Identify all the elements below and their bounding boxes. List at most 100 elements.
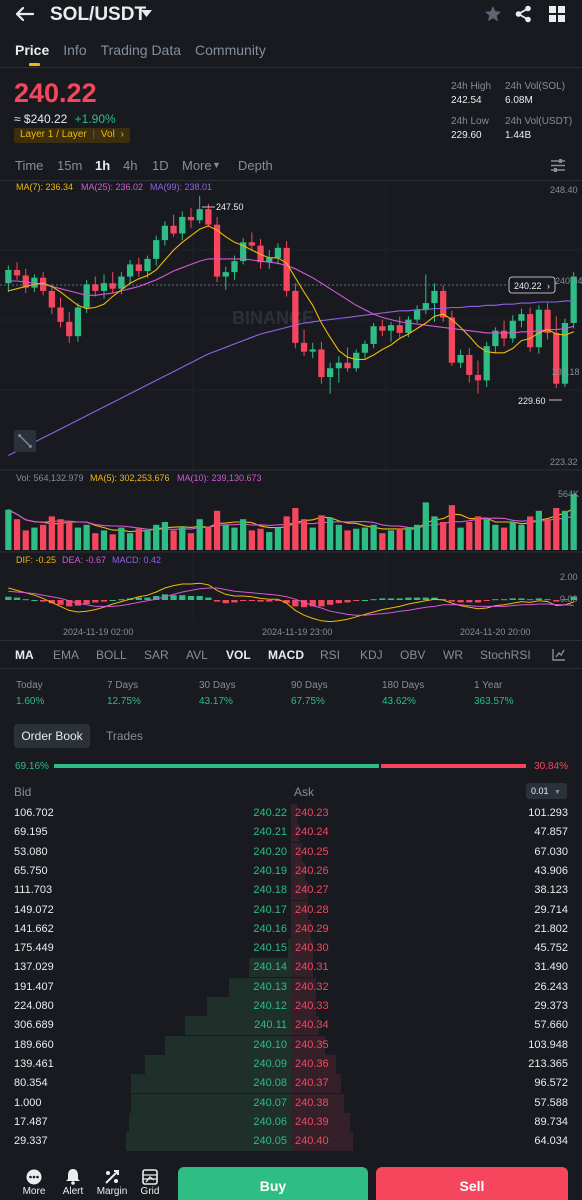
high-label: 24h High: [451, 81, 492, 92]
orderbook-row[interactable]: 306.689 240.11 240.34 57.660: [0, 1016, 582, 1036]
orderbook-row[interactable]: 1.000 240.07 240.38 57.588: [0, 1093, 582, 1113]
volume-bar: [135, 528, 142, 550]
ind-rsi[interactable]: RSI: [320, 648, 340, 662]
candle-body: [431, 290, 438, 304]
tf-time[interactable]: Time: [15, 158, 43, 173]
candle-body: [413, 309, 421, 320]
macd-histogram-bar: [553, 600, 560, 602]
volume-bar: [292, 508, 299, 550]
tf-1h[interactable]: 1h: [95, 158, 110, 173]
ind-vol[interactable]: VOL: [226, 648, 251, 662]
tf-4h[interactable]: 4h: [123, 158, 137, 173]
volume-bar: [66, 522, 73, 550]
ask-price: 240.38: [295, 1096, 329, 1109]
orderbook-row[interactable]: 106.702 240.22 240.23 101.293: [0, 804, 582, 823]
volume-bar: [353, 528, 360, 550]
tab-trades[interactable]: Trades: [106, 724, 143, 748]
bid-quantity: 69.195: [14, 826, 48, 839]
star-icon[interactable]: [484, 5, 502, 23]
orderbook-row[interactable]: 191.407 240.13 240.32 26.243: [0, 977, 582, 997]
tf-depth[interactable]: Depth: [238, 158, 273, 173]
candle-body: [457, 354, 464, 363]
ind-avl[interactable]: AVL: [186, 648, 208, 662]
orderbook-row[interactable]: 137.029 240.14 240.31 31.490: [0, 958, 582, 978]
orderbook-row[interactable]: 69.195 240.21 240.24 47.857: [0, 823, 582, 843]
orderbook-row[interactable]: 175.449 240.15 240.30 45.752: [0, 939, 582, 959]
share-icon[interactable]: [515, 5, 532, 23]
back-arrow-icon[interactable]: [14, 6, 34, 22]
price-chart[interactable]: BINANCE MA(7): 236.34 MA(25): 236.02 MA(…: [0, 180, 582, 640]
candle-body: [474, 374, 482, 381]
ma25-label: MA(25): 236.02: [81, 182, 143, 192]
tab-info[interactable]: Info: [63, 42, 86, 58]
tf-15m[interactable]: 15m: [57, 158, 82, 173]
low-label: 24h Low: [451, 116, 489, 127]
perf-label: 1 Year: [474, 680, 503, 691]
macd-histogram-bar: [13, 597, 21, 600]
ind-sar[interactable]: SAR: [144, 648, 169, 662]
indicator-settings-icon[interactable]: [552, 648, 566, 661]
volume-bar: [153, 524, 160, 550]
category-tag[interactable]: Layer 1 / Layer | Vol ›: [14, 128, 130, 143]
ind-kdj[interactable]: KDJ: [360, 648, 383, 662]
ind-boll[interactable]: BOLL: [96, 648, 127, 662]
bid-price: 240.08: [253, 1077, 287, 1090]
candle-body: [518, 314, 525, 321]
macd-dea-label: DEA: -0.67: [62, 555, 106, 565]
candle-body: [274, 247, 282, 258]
orderbook-row[interactable]: 149.072 240.17 240.28 29.714: [0, 900, 582, 920]
precision-select[interactable]: 0.01 ▼: [526, 783, 567, 799]
candle-body: [327, 368, 334, 378]
caret-down-icon[interactable]: [141, 10, 152, 18]
tab-trading-data[interactable]: Trading Data: [101, 42, 181, 58]
volume-bar: [440, 522, 447, 550]
more-dots-icon: [26, 1169, 42, 1185]
volume-bar: [570, 494, 577, 550]
orderbook-row[interactable]: 224.080 240.12 240.33 29.373: [0, 997, 582, 1016]
tab-price[interactable]: Price: [15, 42, 49, 66]
macd-histogram-bar: [179, 595, 186, 600]
indicator-bar: MA EMA BOLL SAR AVL VOL MACD RSI KDJ OBV…: [0, 648, 582, 666]
volume-bar: [318, 515, 325, 550]
orderbook-row[interactable]: 65.750 240.19 240.26 43.906: [0, 861, 582, 881]
volume-bar: [205, 527, 212, 550]
price-axis-mid: 240.04: [555, 276, 582, 286]
volume-bar: [187, 533, 195, 550]
ind-stochrsi[interactable]: StochRSI: [480, 648, 531, 662]
tab-community[interactable]: Community: [195, 42, 266, 58]
ind-macd[interactable]: MACD: [268, 648, 304, 662]
orderbook-row[interactable]: 80.354 240.08 240.37 96.572: [0, 1074, 582, 1094]
orderbook-row[interactable]: 189.660 240.10 240.35 103.948: [0, 1035, 582, 1055]
orderbook-row[interactable]: 139.461 240.09 240.36 213.365: [0, 1054, 582, 1074]
orderbook-row[interactable]: 53.080 240.20 240.25 67.030: [0, 842, 582, 862]
bid-quantity: 224.080: [14, 1000, 54, 1012]
candle-body: [422, 303, 429, 310]
candle-body: [48, 290, 55, 308]
tf-more[interactable]: More: [182, 158, 212, 173]
ask-price: 240.31: [295, 961, 329, 974]
vol-ma5-label: MA(5): 302,253.676: [90, 473, 170, 483]
bid-ratio: 69.16%: [15, 761, 49, 772]
volume-bar: [344, 530, 351, 550]
ind-ma[interactable]: MA: [15, 648, 34, 662]
ind-ema[interactable]: EMA: [53, 648, 79, 662]
chart-settings-icon[interactable]: [551, 159, 565, 172]
tf-1d[interactable]: 1D: [152, 158, 169, 173]
volume-bar: [240, 519, 247, 550]
orderbook-row[interactable]: 17.487 240.06 240.39 89.734: [0, 1112, 582, 1132]
candle-body: [222, 272, 229, 277]
macd-histogram-bar: [448, 600, 456, 602]
volume-bar: [335, 524, 342, 550]
macd-histogram-bar: [544, 599, 551, 601]
pair-title[interactable]: SOL/USDT: [50, 4, 146, 26]
buy-button[interactable]: Buy: [178, 1167, 368, 1200]
candle-body: [100, 283, 108, 291]
orderbook-row[interactable]: 29.337 240.05 240.40 64.034: [0, 1132, 582, 1152]
ind-wr[interactable]: WR: [443, 648, 463, 662]
tab-order-book[interactable]: Order Book: [14, 724, 90, 748]
layout-grid-icon[interactable]: [549, 6, 565, 22]
sell-button[interactable]: Sell: [376, 1167, 568, 1200]
orderbook-row[interactable]: 141.662 240.16 240.29 21.802: [0, 919, 582, 939]
orderbook-row[interactable]: 111.703 240.18 240.27 38.123: [0, 881, 582, 901]
ind-obv[interactable]: OBV: [400, 648, 425, 662]
